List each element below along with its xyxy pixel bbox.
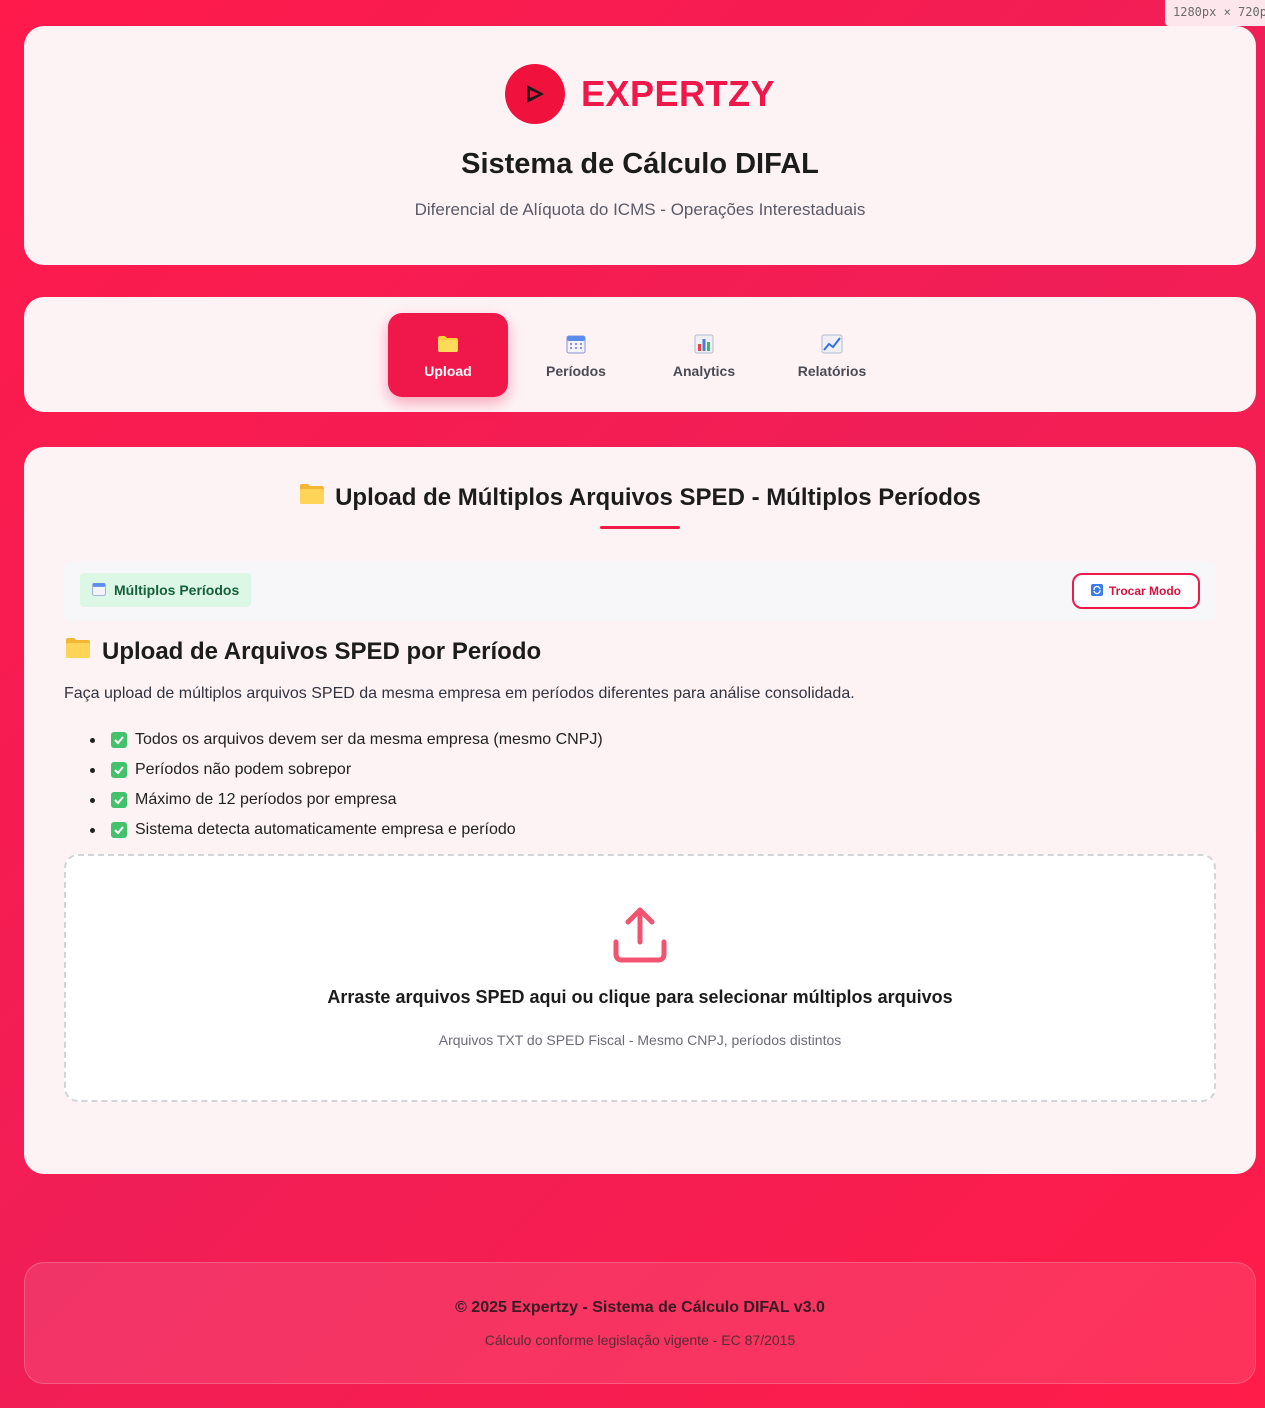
list-item: Sistema detecta automaticamente empresa … [90, 815, 603, 845]
tab-upload[interactable]: Upload [388, 313, 508, 397]
list-item: Períodos não podem sobrepor [90, 755, 603, 785]
nav-card: Upload Períodos Analytics Relatórios [24, 297, 1256, 412]
calendar-icon [92, 582, 106, 599]
section-description: Faça upload de múltiplos arquivos SPED d… [64, 685, 855, 702]
tab-label: Analytics [672, 363, 736, 379]
footer: © 2025 Expertzy - Sistema de Cálculo DIF… [24, 1262, 1256, 1384]
tab-label: Upload [424, 363, 472, 379]
rule-text: Sistema detecta automaticamente empresa … [135, 821, 516, 838]
rule-text: Máximo de 12 períodos por empresa [135, 791, 397, 808]
section-title-text: Upload de Arquivos SPED por Período [102, 637, 542, 665]
file-dropzone[interactable]: Arraste arquivos SPED aqui ou clique par… [64, 854, 1216, 1102]
mode-badge-label: Múltiplos Períodos [114, 582, 240, 598]
bullet [90, 827, 95, 833]
dropzone-main-text: Arraste arquivos SPED aqui ou clique par… [327, 987, 953, 1007]
checkmark-icon [111, 762, 127, 778]
tab-relatorios[interactable]: Relatórios [772, 313, 892, 397]
tab-periodos[interactable]: Períodos [516, 313, 636, 397]
tab-label: Relatórios [797, 363, 867, 379]
section-title: Upload de Arquivos SPED por Período [64, 637, 541, 666]
mode-badge: Múltiplos Períodos [80, 573, 252, 607]
viewport-size-badge: 1280px × 720px [1165, 0, 1265, 26]
switch-mode-button[interactable]: Trocar Modo [1072, 573, 1200, 609]
trend-chart-icon [821, 331, 843, 357]
panel-title-text: Upload de Múltiplos Arquivos SPED - Múlt… [335, 483, 981, 511]
dropzone-sub-text: Arquivos TXT do SPED Fiscal - Mesmo CNPJ… [438, 1032, 842, 1048]
bullet [90, 767, 95, 773]
brand-name: EXPERTZY [580, 73, 776, 114]
title-underline [600, 526, 680, 529]
checkmark-icon [111, 822, 127, 838]
calendar-icon [566, 331, 586, 357]
header-card: EXPERTZY Sistema de Cálculo DIFAL Difere… [24, 26, 1256, 265]
page-subtitle: Diferencial de Alíquota do ICMS - Operaç… [414, 200, 866, 219]
page-title: Sistema de Cálculo DIFAL [461, 148, 819, 180]
footer-legal-note: Cálculo conforme legislação vigente - EC… [484, 1332, 796, 1348]
tab-bar: Upload Períodos Analytics Relatórios [388, 313, 892, 397]
brand: EXPERTZY [24, 64, 1256, 124]
list-item: Todos os arquivos devem ser da mesma emp… [90, 725, 603, 755]
logo-icon [504, 64, 565, 124]
folder-icon [64, 637, 92, 666]
switch-mode-label: Trocar Modo [1108, 584, 1181, 598]
bar-chart-icon [694, 331, 714, 357]
folder-icon [299, 483, 325, 512]
list-item: Máximo de 12 períodos por empresa [90, 785, 603, 815]
tab-analytics[interactable]: Analytics [644, 313, 764, 397]
upload-panel: Upload de Múltiplos Arquivos SPED - Múlt… [24, 447, 1256, 1174]
bullet [90, 797, 95, 803]
tab-label: Períodos [546, 363, 606, 379]
rules-list: Todos os arquivos devem ser da mesma emp… [90, 725, 603, 845]
upload-icon [66, 906, 1214, 964]
checkmark-icon [111, 792, 127, 808]
refresh-icon [1090, 583, 1103, 599]
mode-bar: Múltiplos Períodos Trocar Modo [64, 561, 1216, 621]
checkmark-icon [111, 732, 127, 748]
footer-copyright: © 2025 Expertzy - Sistema de Cálculo DIF… [455, 1299, 825, 1316]
rule-text: Períodos não podem sobrepor [135, 761, 352, 778]
rule-text: Todos os arquivos devem ser da mesma emp… [135, 731, 603, 748]
bullet [90, 737, 95, 743]
folder-icon [437, 331, 459, 357]
panel-title: Upload de Múltiplos Arquivos SPED - Múlt… [24, 483, 1256, 512]
